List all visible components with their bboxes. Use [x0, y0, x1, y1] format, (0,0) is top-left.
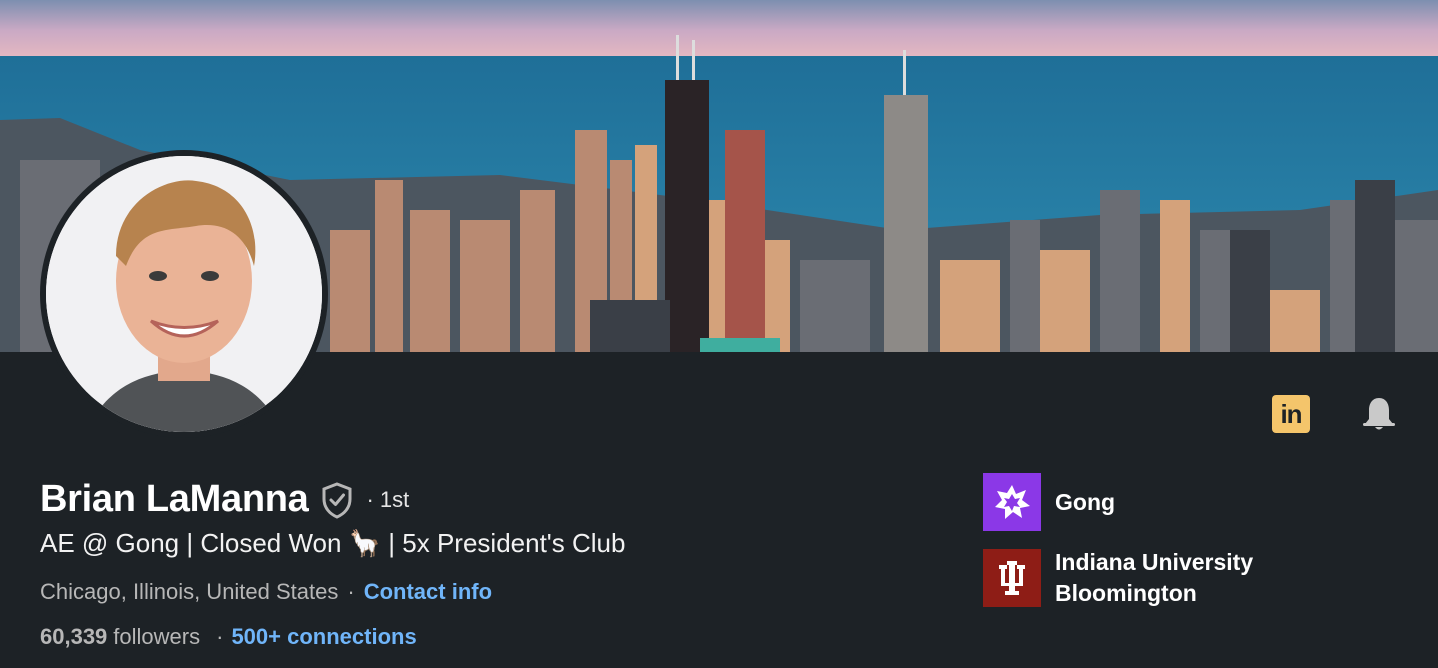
connections-link[interactable]: 500+ connections	[231, 624, 416, 650]
profile-avatar[interactable]	[40, 150, 328, 438]
followers-row: 60,339 followers · 500+ connections	[40, 624, 417, 650]
org-gong[interactable]: Gong	[983, 473, 1253, 531]
location-row: Chicago, Illinois, United States · Conta…	[40, 579, 492, 605]
separator-dot: ·	[347, 579, 355, 604]
separator-dot: ·	[216, 624, 224, 649]
gong-logo-icon	[983, 473, 1041, 531]
connection-degree: · 1st	[366, 486, 410, 512]
shield-check-icon[interactable]	[320, 481, 354, 519]
name-row: Brian LaManna · 1st	[40, 478, 409, 521]
org-indiana-university[interactable]: Indiana University Bloomington	[983, 547, 1253, 609]
followers-count: 60,339	[40, 624, 108, 649]
profile-name: Brian LaManna	[40, 478, 309, 520]
followers-label: followers	[113, 624, 201, 649]
bell-icon[interactable]	[1360, 395, 1398, 433]
iu-trident-icon	[983, 549, 1041, 607]
org-name-line2: Bloomington	[1055, 580, 1197, 606]
contact-info-link[interactable]: Contact info	[364, 579, 492, 605]
org-name: Gong	[1055, 488, 1116, 515]
org-name: Indiana University Bloomington	[1055, 547, 1253, 609]
profile-actions: in	[1272, 395, 1398, 433]
org-name-line1: Indiana University	[1055, 549, 1254, 575]
linkedin-premium-badge[interactable]: in	[1272, 395, 1310, 433]
organizations-list: Gong Indiana University Bloomington	[983, 473, 1253, 609]
profile-headline: AE @ Gong | Closed Won 🦙 | 5x President'…	[40, 528, 626, 558]
profile-location: Chicago, Illinois, United States	[40, 579, 339, 604]
